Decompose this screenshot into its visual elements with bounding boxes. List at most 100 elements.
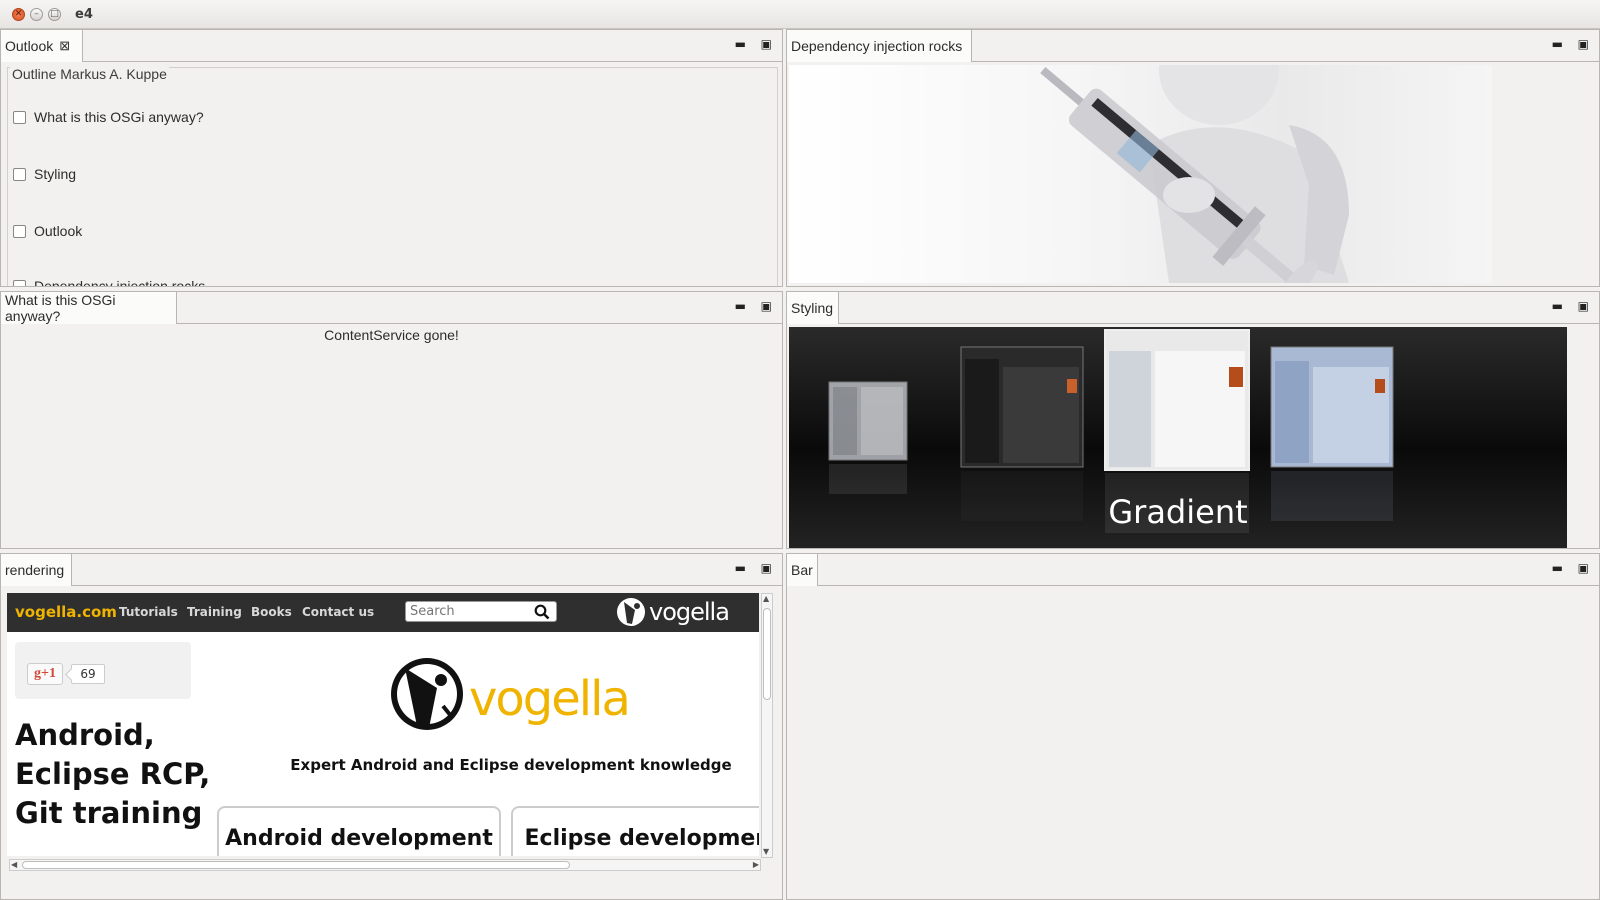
maximize-icon[interactable]: ▣ bbox=[1578, 562, 1589, 574]
checkbox-label: What is this OSGi anyway? bbox=[34, 109, 204, 125]
syringe-figure-image bbox=[789, 65, 1492, 283]
osgi-tabbar: What is this OSGi anyway? ▬ ▣ bbox=[1, 292, 782, 324]
minimize-icon[interactable]: ▬ bbox=[1552, 562, 1563, 574]
styling-tabbar: Styling ▬ ▣ bbox=[787, 292, 1599, 324]
tab-bar[interactable]: Bar bbox=[787, 554, 818, 586]
tab-outlook-label: Outlook bbox=[5, 38, 54, 54]
tab-osgi-label: What is this OSGi anyway? bbox=[5, 292, 116, 324]
styling-part: Styling ▬ ▣ Gradient bbox=[786, 291, 1600, 549]
vogella-hero-logo: vogella bbox=[387, 650, 631, 738]
vertical-scrollbar[interactable]: ▲ ▼ bbox=[761, 593, 773, 858]
tab-di-label: Dependency injection rocks bbox=[791, 38, 963, 54]
dependency-injection-part: Dependency injection rocks ▬ ▣ bbox=[786, 29, 1600, 287]
tab-rendering-label: rendering bbox=[5, 562, 65, 578]
scrollbar-thumb[interactable] bbox=[763, 608, 771, 700]
minimize-icon[interactable]: ▬ bbox=[1552, 300, 1563, 312]
embedded-browser[interactable]: vogella.com Tutorials Training Books Con… bbox=[7, 593, 759, 856]
bar-body bbox=[787, 587, 1599, 899]
social-share-box: g+1 69 bbox=[15, 642, 191, 699]
window-titlebar: ✕ – □ e4 bbox=[0, 0, 1600, 29]
site-tagline: Expert Android and Eclipse development k… bbox=[290, 756, 732, 774]
logo-text: vogella bbox=[649, 598, 730, 626]
headline-line: Git training bbox=[15, 796, 203, 830]
course-card-eclipse[interactable]: Eclipse development training bbox=[511, 806, 759, 856]
bar-part: Bar ▬ ▣ bbox=[786, 553, 1600, 900]
tab-styling[interactable]: Styling bbox=[787, 292, 839, 324]
site-navbar: vogella.com Tutorials Training Books Con… bbox=[7, 593, 759, 632]
minimize-icon[interactable]: ▬ bbox=[735, 38, 746, 50]
headline-line: Eclipse RCP, bbox=[15, 757, 211, 791]
maximize-icon: □ bbox=[50, 8, 59, 19]
nav-link-training[interactable]: Training bbox=[187, 605, 242, 619]
outlook-tabbar: Outlook ⊠ ▬ ▣ bbox=[1, 30, 782, 62]
close-icon: ✕ bbox=[14, 8, 23, 19]
window-title: e4 bbox=[75, 6, 93, 22]
wizard-logo-icon bbox=[391, 658, 463, 730]
osgi-body: ContentService gone! bbox=[1, 325, 782, 548]
horizontal-scrollbar[interactable]: ◀ ▶ bbox=[9, 859, 761, 871]
checkbox-item-osgi[interactable]: What is this OSGi anyway? bbox=[13, 109, 204, 125]
checkbox-item-outlook[interactable]: Outlook bbox=[13, 223, 82, 239]
styling-body: Gradient bbox=[787, 325, 1599, 548]
vogella-logo[interactable]: vogella bbox=[615, 596, 730, 628]
scroll-down-icon[interactable]: ▼ bbox=[763, 848, 769, 856]
checkbox-item-di[interactable]: Dependency injection rocks bbox=[13, 278, 205, 286]
minimize-icon[interactable]: ▬ bbox=[735, 562, 746, 574]
theme-carousel[interactable]: Gradient bbox=[789, 327, 1567, 548]
osgi-part: What is this OSGi anyway? ▬ ▣ ContentSer… bbox=[0, 291, 783, 549]
headline-line: Android, bbox=[15, 718, 155, 752]
gplus-count: 69 bbox=[71, 664, 105, 684]
status-message: ContentService gone! bbox=[324, 327, 459, 343]
checkbox-label: Outlook bbox=[34, 223, 83, 239]
tab-styling-label: Styling bbox=[791, 300, 834, 316]
scroll-right-icon[interactable]: ▶ bbox=[753, 861, 759, 869]
window-close-button[interactable]: ✕ bbox=[12, 7, 25, 21]
rendering-body: vogella.com Tutorials Training Books Con… bbox=[1, 587, 782, 899]
outlook-part: Outlook ⊠ ▬ ▣ Outline Markus A. Kuppe Wh… bbox=[0, 29, 783, 287]
maximize-icon[interactable]: ▣ bbox=[1578, 300, 1589, 312]
bar-tabbar: Bar ▬ ▣ bbox=[787, 554, 1599, 586]
tab-outlook[interactable]: Outlook ⊠ bbox=[1, 30, 83, 62]
minimize-icon[interactable]: ▬ bbox=[735, 300, 746, 312]
scroll-up-icon[interactable]: ▲ bbox=[763, 595, 769, 603]
gplus-button[interactable]: g+1 bbox=[27, 663, 63, 685]
maximize-icon[interactable]: ▣ bbox=[761, 300, 772, 312]
checkbox[interactable] bbox=[13, 110, 26, 124]
maximize-icon[interactable]: ▣ bbox=[1578, 38, 1589, 50]
nav-link-tutorials[interactable]: Tutorials bbox=[119, 605, 178, 619]
minimize-icon[interactable]: ▬ bbox=[1552, 38, 1563, 50]
theme-thumbnail-small bbox=[828, 381, 908, 494]
checkbox-label: Dependency injection rocks bbox=[34, 278, 206, 286]
site-brand-link[interactable]: vogella.com bbox=[15, 603, 117, 621]
rendering-part: rendering ▬ ▣ vogella.com Tutorials Trai… bbox=[0, 553, 783, 900]
maximize-icon[interactable]: ▣ bbox=[761, 562, 772, 574]
tab-dependency-injection[interactable]: Dependency injection rocks bbox=[787, 30, 972, 62]
tab-bar-label: Bar bbox=[791, 562, 813, 578]
hero-logo-text: vogella bbox=[469, 671, 631, 727]
window-maximize-button[interactable]: □ bbox=[48, 7, 61, 21]
outline-group-label: Outline Markus A. Kuppe bbox=[10, 66, 169, 82]
tab-rendering[interactable]: rendering bbox=[1, 554, 72, 586]
checkbox[interactable] bbox=[13, 167, 26, 181]
nav-link-contact[interactable]: Contact us bbox=[302, 605, 374, 619]
checkbox[interactable] bbox=[13, 224, 26, 238]
di-tabbar: Dependency injection rocks ▬ ▣ bbox=[787, 30, 1599, 62]
checkbox-item-styling[interactable]: Styling bbox=[13, 166, 76, 182]
nav-link-books[interactable]: Books bbox=[251, 605, 292, 619]
rendering-tabbar: rendering ▬ ▣ bbox=[1, 554, 782, 586]
window-minimize-button[interactable]: – bbox=[30, 7, 43, 21]
search-input[interactable] bbox=[406, 602, 526, 621]
scroll-left-icon[interactable]: ◀ bbox=[11, 861, 17, 869]
site-search-box bbox=[405, 601, 557, 622]
outline-group: Outline Markus A. Kuppe bbox=[7, 66, 778, 286]
course-card-android[interactable]: Android development training bbox=[217, 806, 501, 856]
checkbox[interactable] bbox=[13, 279, 26, 286]
tab-osgi[interactable]: What is this OSGi anyway? bbox=[1, 292, 177, 324]
maximize-icon[interactable]: ▣ bbox=[761, 38, 772, 50]
close-icon[interactable]: ⊠ bbox=[59, 38, 70, 54]
search-icon[interactable] bbox=[534, 604, 550, 620]
wizard-logo-icon bbox=[617, 598, 645, 626]
checkbox-label: Styling bbox=[34, 166, 77, 182]
carousel-caption: Gradient bbox=[1108, 493, 1248, 531]
scrollbar-thumb[interactable] bbox=[22, 861, 570, 869]
